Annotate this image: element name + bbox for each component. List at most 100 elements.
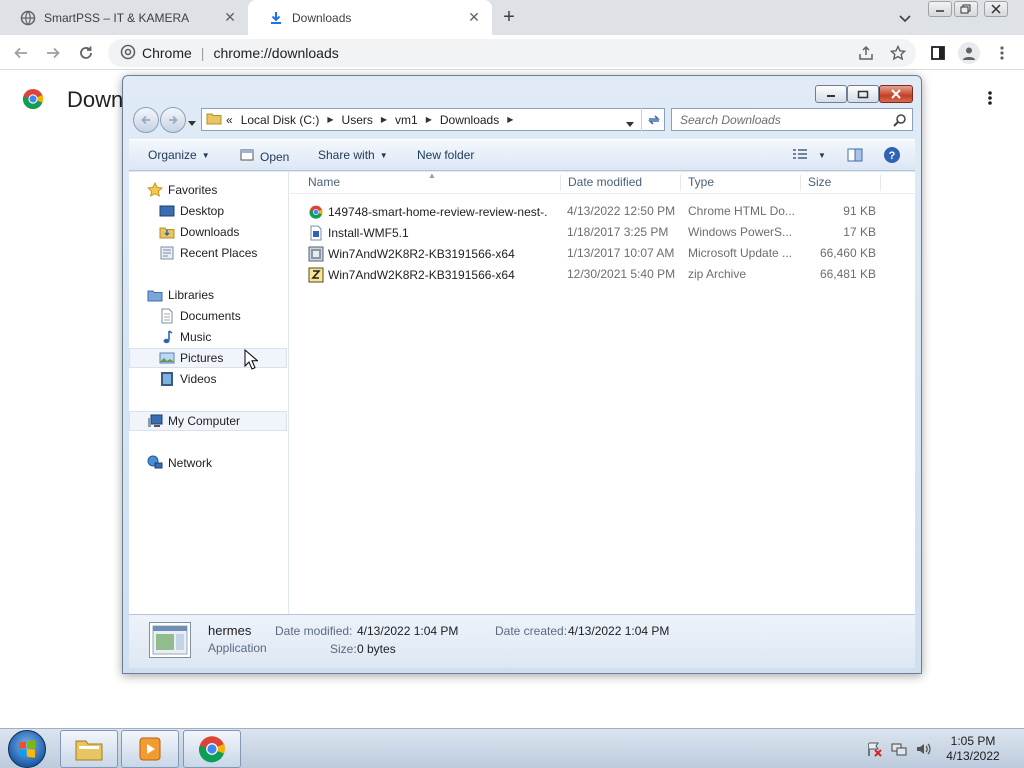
organize-label: Organize (148, 148, 197, 162)
breadcrumb-arrow-icon[interactable]: ▶ (381, 115, 387, 124)
profile-avatar-icon[interactable] (958, 42, 980, 64)
restore-button[interactable] (954, 1, 978, 17)
nav-documents[interactable]: Documents (129, 306, 287, 326)
omnibox-separator: | (200, 45, 205, 61)
nav-libraries[interactable]: Libraries (129, 285, 287, 305)
navigation-pane: Favorites Desktop Downloads Recent Place… (129, 172, 289, 614)
desktop-icon (159, 203, 175, 219)
column-header-date[interactable]: Date modified (561, 175, 681, 191)
file-name: Install-WMF5.1 (328, 226, 409, 240)
file-row[interactable]: Win7AndW2K8R2-KB3191566-x64 1/13/2017 10… (290, 243, 915, 264)
start-button[interactable] (8, 730, 46, 768)
tab-search-chevron-icon[interactable] (896, 9, 914, 27)
downloads-more-icon[interactable] (982, 90, 998, 108)
breadcrumb-arrow-icon[interactable]: ▶ (426, 115, 432, 124)
address-history-chevron-icon[interactable] (626, 117, 634, 131)
file-row[interactable]: Win7AndW2K8R2-KB3191566-x64 12/30/2021 5… (290, 264, 915, 285)
forward-arrow-icon[interactable] (43, 43, 63, 63)
side-panel-icon[interactable] (928, 43, 948, 63)
recent-places-icon (159, 245, 175, 261)
organize-button[interactable]: Organize ▼ (148, 148, 210, 162)
file-date: 1/13/2017 10:07 AM (567, 246, 675, 260)
explorer-maximize-button[interactable] (847, 85, 879, 103)
nav-desktop[interactable]: Desktop (129, 201, 287, 221)
explorer-command-bar: Organize ▼ Open Share with ▼ New folder ▼ (129, 139, 915, 171)
bookmark-star-icon[interactable] (888, 43, 908, 63)
tab-downloads[interactable]: Downloads ✕ (248, 0, 492, 35)
share-with-label: Share with (318, 148, 375, 162)
breadcrumb-vm1[interactable]: vm1 (395, 113, 418, 127)
new-folder-button[interactable]: New folder (417, 148, 474, 162)
mouse-cursor-icon (244, 348, 259, 371)
explorer-search-input[interactable]: Search Downloads (671, 108, 913, 131)
close-window-button[interactable] (984, 1, 1008, 17)
clock-date: 4/13/2022 (946, 749, 1000, 763)
nav-recent-places[interactable]: Recent Places (129, 243, 287, 263)
explorer-close-button[interactable] (879, 85, 913, 103)
taskbar-clock[interactable]: 1:05 PM 4/13/2022 (940, 734, 1006, 764)
share-with-button[interactable]: Share with ▼ (318, 148, 388, 162)
address-bar[interactable]: Chrome | chrome://downloads (108, 39, 916, 67)
globe-icon (20, 10, 36, 26)
preview-pane-button[interactable] (847, 148, 863, 165)
volume-icon[interactable] (915, 741, 931, 757)
file-row[interactable]: 149748-smart-home-review-review-nest-...… (290, 201, 915, 222)
refresh-icon[interactable] (641, 108, 665, 131)
share-icon[interactable] (856, 43, 876, 63)
tab-smartpss[interactable]: SmartPSS – IT & KAMERA ✕ (0, 0, 248, 35)
nav-network[interactable]: Network (129, 453, 287, 473)
help-button[interactable]: ? (883, 146, 901, 167)
chrome-html-icon (308, 204, 324, 220)
details-created-label: Date created: (495, 624, 568, 638)
media-player-icon (139, 737, 161, 761)
nav-downloads[interactable]: Downloads (129, 222, 287, 242)
taskbar-media-player-button[interactable] (121, 730, 179, 768)
breadcrumb-local-disk[interactable]: Local Disk (C:) (241, 113, 320, 127)
network-tray-icon[interactable] (891, 741, 907, 757)
file-size: 17 KB (843, 225, 876, 239)
view-list-icon (792, 148, 808, 163)
file-date: 1/18/2017 3:25 PM (567, 225, 669, 239)
recent-pages-chevron-icon[interactable] (188, 116, 196, 130)
column-header-size[interactable]: Size (801, 175, 881, 191)
search-icon[interactable] (893, 113, 907, 130)
column-header-type[interactable]: Type (681, 175, 801, 191)
nav-videos[interactable]: Videos (129, 369, 287, 389)
new-tab-button[interactable]: + (498, 7, 520, 28)
application-thumbnail-icon (149, 622, 191, 658)
change-view-button[interactable]: ▼ (792, 148, 826, 163)
back-arrow-icon[interactable] (11, 43, 31, 63)
explorer-back-button[interactable] (133, 107, 159, 133)
nav-music[interactable]: Music (129, 327, 287, 347)
breadcrumb-users[interactable]: Users (342, 113, 373, 127)
breadcrumb-arrow-icon[interactable]: ▶ (507, 115, 513, 124)
nav-favorites[interactable]: Favorites (129, 180, 287, 200)
taskbar-explorer-button[interactable] (60, 730, 118, 768)
tab-close-icon[interactable]: ✕ (222, 9, 238, 26)
file-date: 4/13/2022 12:50 PM (567, 204, 676, 218)
explorer-window: « Local Disk (C:) ▶ Users ▶ vm1 ▶ Downlo… (122, 75, 922, 674)
open-button[interactable]: Open (240, 148, 289, 165)
column-header-name[interactable]: Name ▲ (290, 171, 561, 191)
nav-my-computer[interactable]: My Computer (129, 411, 287, 431)
breadcrumb-overflow[interactable]: « (226, 113, 233, 127)
omnibox-url: chrome://downloads (213, 45, 339, 61)
explorer-minimize-button[interactable] (815, 85, 847, 103)
column-label: Date modified (568, 175, 643, 189)
explorer-forward-button[interactable] (160, 107, 186, 133)
file-row[interactable]: Install-WMF5.1 1/18/2017 3:25 PM Windows… (290, 222, 915, 243)
tab-close-icon[interactable]: ✕ (466, 9, 482, 26)
breadcrumb-downloads[interactable]: Downloads (440, 113, 499, 127)
breadcrumb-arrow-icon[interactable]: ▶ (327, 115, 333, 124)
minimize-button[interactable] (928, 1, 952, 17)
taskbar-chrome-button[interactable] (183, 730, 241, 768)
nav-pictures[interactable]: Pictures (129, 348, 287, 368)
browser-menu-icon[interactable] (992, 43, 1012, 63)
file-size: 66,481 KB (819, 267, 876, 281)
file-list-pane: Name ▲ Date modified Type Size 149748-sm… (290, 171, 915, 614)
column-label: Size (808, 175, 832, 189)
folder-icon (206, 111, 222, 128)
explorer-address-bar[interactable]: « Local Disk (C:) ▶ Users ▶ vm1 ▶ Downlo… (201, 108, 665, 131)
action-center-flag-icon[interactable] (866, 741, 882, 757)
reload-icon[interactable] (76, 43, 96, 63)
